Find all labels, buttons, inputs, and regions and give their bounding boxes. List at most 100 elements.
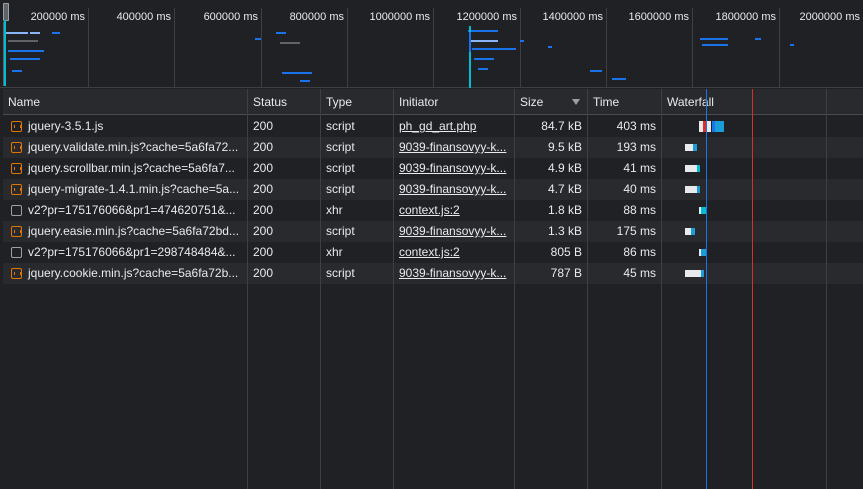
cell-type: script [326, 140, 355, 154]
overview-marker [4, 20, 6, 86]
table-row[interactable]: v2?pr=175176066&pr1=474620751&... 200 xhr c… [3, 200, 863, 221]
overview-activity-mark [520, 40, 524, 42]
column-divider[interactable] [247, 89, 248, 489]
overview-tick-label: 1200000 ms [456, 11, 517, 23]
table-row[interactable]: jquery-3.5.1.js 200 script ph_gd_art.php 84.… [3, 116, 863, 137]
overview-activity-mark [755, 38, 761, 40]
overview-activity-mark [12, 70, 22, 72]
cell-size: 4.7 kB [547, 182, 582, 196]
cell-size: 84.7 kB [541, 119, 582, 133]
overview-activity-mark [612, 78, 626, 80]
waterfall-bar [693, 144, 697, 151]
cell-initiator[interactable]: context.js:2 [394, 200, 515, 221]
cell-time: 40 ms [623, 182, 656, 196]
cell-status: 200 [253, 203, 274, 217]
cell-size: 9.5 kB [547, 140, 582, 154]
overview-tick-label: 200000 ms [30, 11, 85, 23]
cell-name: jquery.easie.min.js?cache=5a6fa72bd... [28, 224, 239, 238]
script-file-icon [11, 268, 22, 279]
cell-status: 200 [253, 182, 274, 196]
cell-initiator[interactable]: ph_gd_art.php [394, 116, 515, 137]
overview-activity-mark [474, 58, 494, 60]
cell-name: v2?pr=175176066&pr1=474620751&... [28, 203, 236, 217]
cell-initiator[interactable]: 9039-finansovyy-k... [394, 221, 515, 242]
table-row[interactable]: jquery.easie.min.js?cache=5a6fa72bd... 20… [3, 221, 863, 242]
waterfall-bar [707, 121, 711, 132]
column-header-name[interactable]: Name [3, 89, 248, 115]
column-header-time[interactable]: Time [588, 89, 662, 115]
overview-tick-label: 1400000 ms [542, 11, 603, 23]
cell-type: xhr [326, 203, 343, 217]
dom-content-loaded-line [706, 89, 707, 489]
column-header-status[interactable]: Status [248, 89, 321, 115]
column-header-initiator[interactable]: Initiator [394, 89, 515, 115]
cell-time: 86 ms [623, 245, 656, 259]
cell-status: 200 [253, 161, 274, 175]
waterfall-bar [685, 165, 697, 172]
cell-status: 200 [253, 245, 274, 259]
waterfall-bar [685, 186, 697, 193]
document-file-icon [11, 205, 22, 216]
sort-descending-icon [572, 99, 580, 105]
cell-type: script [326, 119, 355, 133]
cell-status: 200 [253, 266, 274, 280]
table-row[interactable]: jquery.scrollbar.min.js?cache=5a6fa7... 2… [3, 158, 863, 179]
table-row[interactable]: jquery.cookie.min.js?cache=5a6fa72b... 20… [3, 263, 863, 284]
cell-name: v2?pr=175176066&pr1=298748484&... [28, 245, 236, 259]
overview-tick-label: 1800000 ms [715, 11, 776, 23]
overview-activity-mark [276, 32, 286, 34]
cell-type: script [326, 182, 355, 196]
overview-activity-mark [548, 46, 552, 48]
table-header: Name Status Type Initiator Size Time Wat… [3, 89, 863, 115]
column-header-type[interactable]: Type [321, 89, 394, 115]
overview-activity-mark [30, 32, 40, 34]
cell-initiator[interactable]: 9039-finansovyy-k... [394, 158, 515, 179]
column-header-size[interactable]: Size [515, 89, 588, 115]
column-divider[interactable] [393, 89, 394, 489]
overview-activity-mark [8, 40, 38, 42]
cell-type: xhr [326, 245, 343, 259]
column-divider[interactable] [661, 89, 662, 489]
cell-time: 175 ms [616, 224, 656, 238]
network-overview[interactable]: 200000 ms 400000 ms 600000 ms 800000 ms 1000… [0, 0, 863, 88]
overview-marker [469, 32, 471, 52]
cell-initiator[interactable]: 9039-finansovyy-k... [394, 263, 515, 284]
load-event-line [752, 89, 753, 489]
column-divider[interactable] [514, 89, 515, 489]
cell-initiator[interactable]: 9039-finansovyy-k... [394, 179, 515, 200]
overview-activity-mark [702, 44, 728, 46]
overview-activity-mark [790, 44, 794, 46]
overview-activity-mark [472, 48, 516, 50]
table-row[interactable]: jquery.validate.min.js?cache=5a6fa72... 2… [3, 137, 863, 158]
overview-tick-label: 600000 ms [203, 11, 258, 23]
table-row[interactable]: v2?pr=175176066&pr1=298748484&... 200 xhr c… [3, 242, 863, 263]
overview-tick-label: 2000000 ms [799, 11, 860, 23]
column-header-waterfall[interactable]: Waterfall [662, 89, 863, 115]
column-divider[interactable] [587, 89, 588, 489]
table-row[interactable]: jquery-migrate-1.4.1.min.js?cache=5a... 2… [3, 179, 863, 200]
cell-name: jquery.validate.min.js?cache=5a6fa72... [28, 140, 239, 154]
cell-size: 1.3 kB [547, 224, 582, 238]
cell-size: 805 B [550, 245, 582, 259]
column-header-size-label: Size [520, 95, 544, 109]
script-file-icon [11, 184, 22, 195]
cell-initiator[interactable]: 9039-finansovyy-k... [394, 137, 515, 158]
waterfall-bar [691, 228, 695, 235]
overview-activity-mark [478, 68, 488, 70]
cell-status: 200 [253, 140, 274, 154]
cell-initiator[interactable]: context.js:2 [394, 242, 515, 263]
overview-activity-mark [468, 30, 498, 32]
cell-size: 4.9 kB [547, 161, 582, 175]
waterfall-bar [697, 165, 700, 172]
cell-name: jquery.scrollbar.min.js?cache=5a6fa7... [28, 161, 235, 175]
overview-activity-mark [280, 42, 300, 44]
column-divider[interactable] [320, 89, 321, 489]
overview-activity-mark [590, 70, 602, 72]
overview-activity-mark [282, 72, 312, 74]
cell-type: script [326, 266, 355, 280]
waterfall-bar [697, 186, 700, 193]
script-file-icon [11, 226, 22, 237]
waterfall-gridline [826, 89, 827, 489]
cell-time: 88 ms [623, 203, 656, 217]
overview-tick-label: 800000 ms [289, 11, 344, 23]
